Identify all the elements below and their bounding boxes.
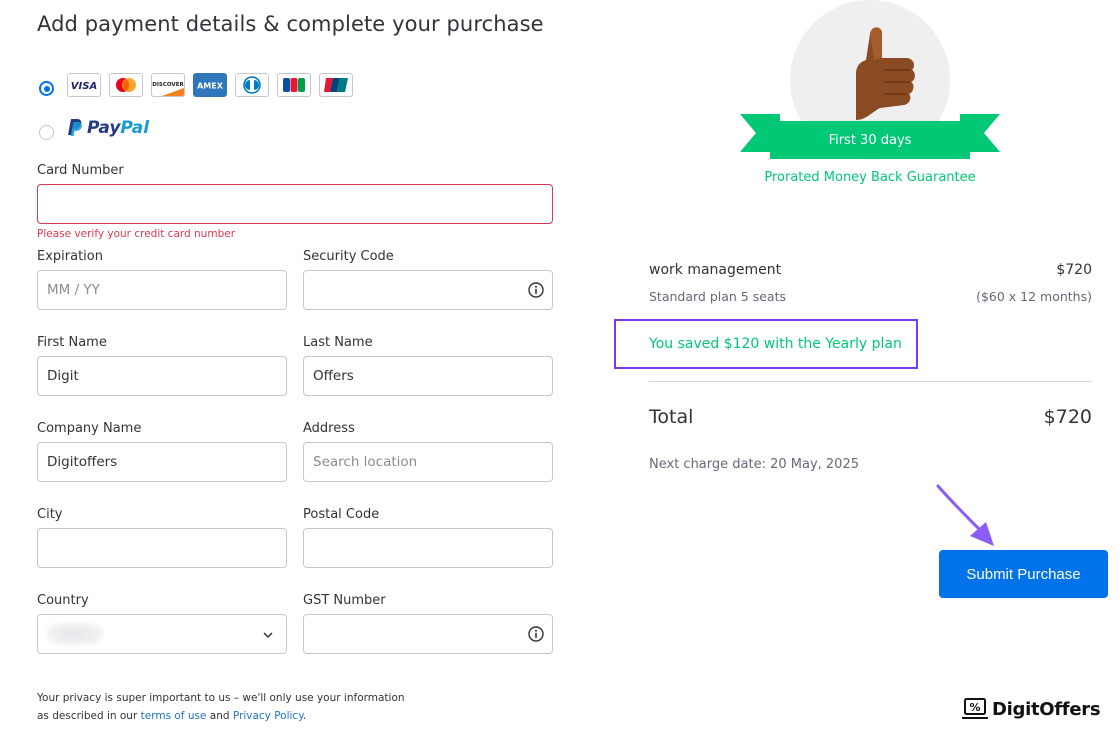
company-name-value: Digitoffers: [47, 454, 118, 470]
company-name-input[interactable]: Digitoffers: [37, 442, 287, 482]
money-back-guarantee: Prorated Money Back Guarantee: [764, 170, 976, 185]
terms-of-use-link[interactable]: terms of use: [141, 710, 207, 722]
country-select[interactable]: [37, 614, 287, 654]
country-value-redacted: [47, 623, 103, 645]
total-value: $720: [1043, 406, 1092, 428]
diners-club-icon: [235, 73, 269, 97]
digitoffers-logo: % DigitOffers: [962, 698, 1101, 720]
amex-icon: AMEX: [193, 73, 227, 97]
expiration-placeholder: MM / YY: [47, 282, 100, 298]
city-label: City: [37, 507, 63, 522]
divider: [649, 381, 1092, 382]
product-name: work management: [649, 262, 782, 278]
last-name-label: Last Name: [303, 335, 373, 350]
product-row: work management $720: [649, 262, 1092, 278]
gst-number-label: GST Number: [303, 593, 386, 608]
company-name-label: Company Name: [37, 421, 142, 436]
privacy-policy-link[interactable]: Privacy Policy: [233, 710, 303, 722]
svg-text:AMEX: AMEX: [197, 82, 224, 91]
address-placeholder: Search location: [313, 454, 418, 470]
first-name-label: First Name: [37, 335, 107, 350]
card-number-input[interactable]: [37, 184, 553, 224]
page-title: Add payment details & complete your purc…: [37, 12, 544, 36]
svg-text:%: %: [969, 701, 980, 714]
security-code-input[interactable]: [303, 270, 553, 310]
savings-text: You saved $120 with the Yearly plan: [649, 336, 902, 352]
privacy-and: and: [206, 710, 233, 722]
svg-text:VISA: VISA: [71, 81, 97, 92]
last-name-input[interactable]: Offers: [303, 356, 553, 396]
visa-icon: VISA: [67, 73, 101, 97]
next-charge-date: Next charge date: 20 May, 2025: [649, 457, 859, 472]
privacy-line-1: Your privacy is super important to us – …: [37, 692, 405, 704]
paypal-text-pal: Pal: [120, 118, 150, 138]
total-label: Total: [649, 406, 694, 428]
privacy-end: .: [302, 710, 307, 722]
postal-code-label: Postal Code: [303, 507, 380, 522]
paypal-logo[interactable]: PayPal: [67, 118, 149, 138]
gst-number-input[interactable]: [303, 614, 553, 654]
discover-icon: DISCOVER: [151, 73, 185, 97]
last-name-value: Offers: [313, 368, 354, 384]
paypal-icon: [68, 119, 82, 136]
submit-purchase-button[interactable]: Submit Purchase: [939, 550, 1108, 598]
chevron-down-icon: [263, 632, 273, 639]
plan-row: Standard plan 5 seats ($60 x 12 months): [649, 289, 1092, 304]
first-name-input[interactable]: Digit: [37, 356, 287, 396]
security-code-label: Security Code: [303, 249, 394, 264]
pointer-arrow-icon: [936, 484, 994, 546]
card-payment-radio[interactable]: [39, 81, 54, 96]
first-name-value: Digit: [47, 368, 79, 384]
paypal-text-pay: Pay: [87, 118, 121, 138]
country-label: Country: [37, 593, 89, 608]
unionpay-icon: [319, 73, 353, 97]
city-input[interactable]: [37, 528, 287, 568]
thumbs-up-icon: [856, 27, 915, 120]
postal-code-input[interactable]: [303, 528, 553, 568]
privacy-text: as described in our: [37, 710, 141, 722]
expiration-input[interactable]: MM / YY: [37, 270, 287, 310]
brand-name: DigitOffers: [992, 698, 1101, 720]
address-input[interactable]: Search location: [303, 442, 553, 482]
laptop-percent-icon: %: [962, 698, 988, 719]
paypal-radio[interactable]: [39, 125, 54, 140]
product-price: $720: [1056, 262, 1092, 278]
total-row: Total $720: [649, 406, 1092, 428]
privacy-notice: Your privacy is super important to us – …: [37, 689, 405, 725]
ribbon-text: First 30 days: [828, 132, 912, 148]
card-number-label: Card Number: [37, 163, 124, 178]
plan-detail: ($60 x 12 months): [976, 289, 1092, 304]
card-number-error: Please verify your credit card number: [37, 228, 236, 240]
info-icon[interactable]: [528, 626, 544, 642]
expiration-label: Expiration: [37, 249, 103, 264]
mastercard-icon: [109, 73, 143, 97]
svg-text:DISCOVER: DISCOVER: [152, 82, 184, 88]
card-brand-list: VISA DISCOVER AMEX: [67, 73, 353, 97]
info-icon[interactable]: [528, 282, 544, 298]
plan-name: Standard plan 5 seats: [649, 289, 787, 304]
jcb-icon: [277, 73, 311, 97]
address-label: Address: [303, 421, 355, 436]
privacy-line-2: as described in our terms of use and Pri…: [37, 707, 405, 725]
